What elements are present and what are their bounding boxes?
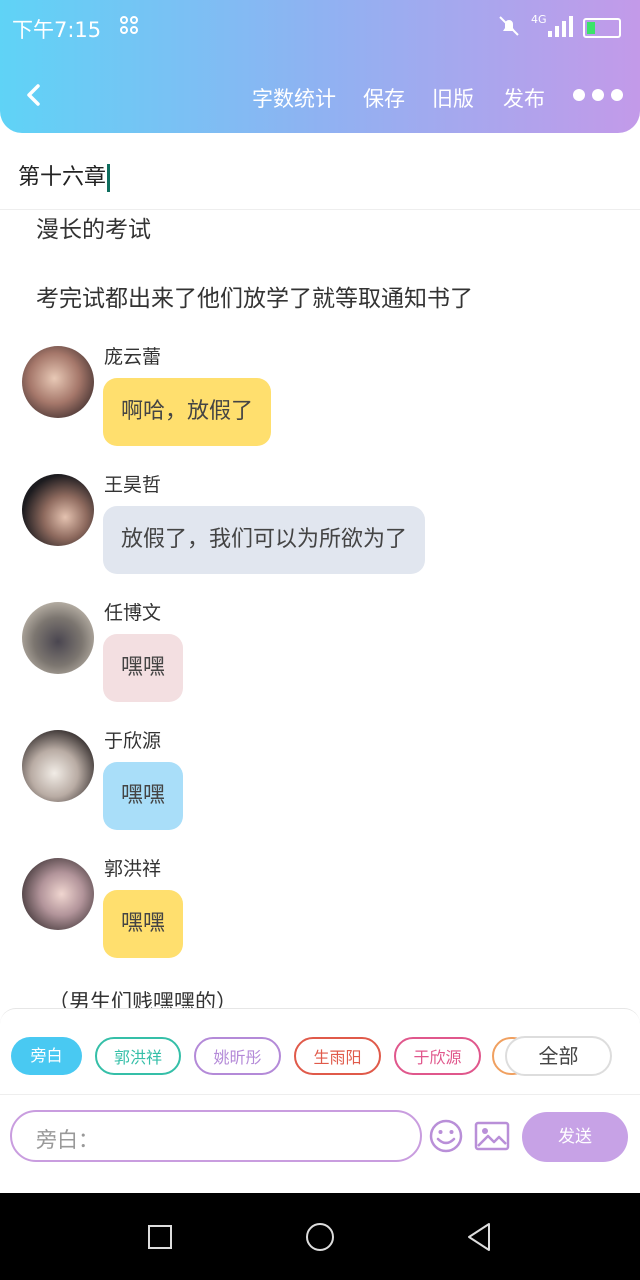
- role-chip[interactable]: 生雨阳: [294, 1037, 381, 1075]
- avatar: [22, 602, 94, 674]
- avatar: [22, 474, 94, 546]
- status-time: 下午7:15: [12, 18, 102, 42]
- message-bubble: 放假了，我们可以为所欲为了: [103, 506, 426, 574]
- role-chip-narrator[interactable]: 旁白: [11, 1037, 82, 1075]
- speaker-name: 任博文: [104, 602, 162, 624]
- role-chip[interactable]: 郭洪祥: [95, 1037, 181, 1075]
- narration-line[interactable]: 考完试都出来了他们放学了就等取通知书了: [36, 279, 473, 313]
- speaker-name: 郭洪祥: [104, 858, 162, 880]
- recent-apps-icon[interactable]: [147, 1224, 173, 1254]
- more-icon[interactable]: [570, 88, 624, 102]
- chapter-title-field[interactable]: 第十六章: [0, 145, 640, 210]
- system-nav-bar: [0, 1193, 640, 1280]
- message-bubble: 嘿嘿: [103, 890, 184, 958]
- input-placeholder: 旁白：: [36, 1128, 99, 1152]
- avatar: [22, 346, 94, 418]
- message-bubble: 嘿嘿: [103, 634, 184, 702]
- save-button[interactable]: 保存: [363, 83, 405, 113]
- back-button[interactable]: [18, 78, 52, 112]
- speaker-name: 庞云蕾: [104, 346, 162, 368]
- image-icon[interactable]: [474, 1121, 510, 1151]
- speaker-name: 于欣源: [104, 730, 162, 752]
- speaker-name: 王昊哲: [104, 474, 162, 496]
- old-version-button[interactable]: 旧版: [432, 83, 474, 113]
- back-nav-icon[interactable]: [465, 1221, 493, 1257]
- role-chip[interactable]: 姚昕彤: [194, 1037, 281, 1075]
- message-input[interactable]: 旁白：: [10, 1110, 422, 1162]
- publish-button[interactable]: 发布: [503, 83, 545, 113]
- composer-panel: 旁白 郭洪祥 姚昕彤 生雨阳 于欣源 全部 旁白： 发送: [0, 1008, 640, 1164]
- message-bubble: 啊哈，放假了: [103, 378, 272, 446]
- send-button[interactable]: 发送: [522, 1112, 628, 1162]
- avatar: [22, 858, 94, 930]
- emoji-icon[interactable]: [428, 1118, 464, 1154]
- battery-level: [587, 22, 595, 34]
- role-chip[interactable]: 于欣源: [394, 1037, 481, 1075]
- app-header: 下午7:15 4G 字数统计 保存 旧版 发布: [0, 0, 640, 133]
- message-bubble: 嘿嘿: [103, 762, 184, 830]
- avatar: [22, 730, 94, 802]
- narration-line[interactable]: 漫长的考试: [36, 210, 151, 244]
- home-icon[interactable]: [304, 1221, 336, 1257]
- screen-cast-icon: [118, 14, 140, 41]
- network-type: 4G: [531, 13, 547, 26]
- text-cursor: [107, 164, 111, 192]
- battery-icon: [583, 18, 621, 38]
- word-count-button[interactable]: 字数统计: [252, 83, 336, 113]
- all-roles-button[interactable]: 全部: [505, 1036, 612, 1076]
- signal-icon: [546, 14, 574, 43]
- divider: [0, 1094, 640, 1095]
- chapter-title: 第十六章: [18, 165, 107, 190]
- mute-icon: [497, 14, 521, 43]
